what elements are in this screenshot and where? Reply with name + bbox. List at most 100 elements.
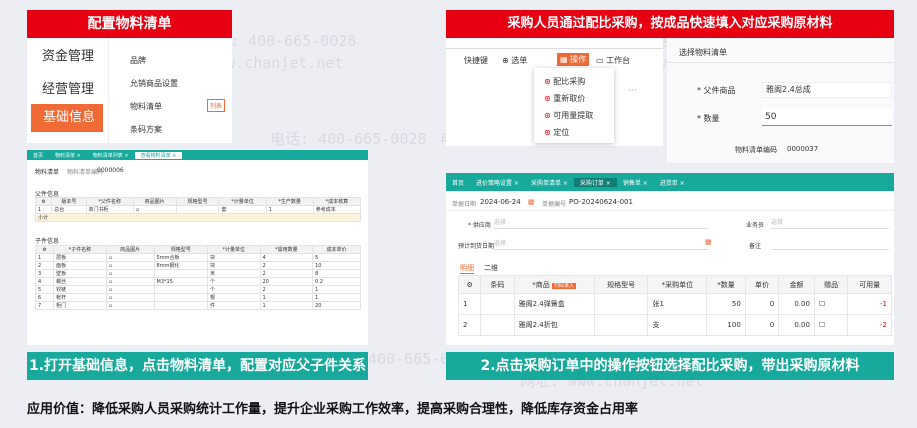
more-icon[interactable]: ··· bbox=[628, 86, 637, 96]
dialog-title: 选择物料清单 bbox=[679, 48, 727, 57]
tab-home[interactable]: 首页 bbox=[27, 152, 49, 159]
table-row[interactable]: 2 面板 ▫ 8mm钢化块 2 10 bbox=[34, 261, 361, 270]
dropdown-label: 可用量提取 bbox=[553, 111, 594, 120]
cell: 1 bbox=[312, 293, 361, 302]
gift-checkbox[interactable]: ☐ bbox=[813, 314, 849, 336]
dropdown-available[interactable]: ⊛ 可用量提取 bbox=[544, 110, 593, 121]
cell bbox=[593, 293, 649, 315]
operation-button[interactable]: ▦ 操作 bbox=[557, 53, 590, 66]
image-icon: ▫ bbox=[105, 301, 155, 310]
cell: 8 bbox=[312, 269, 361, 278]
col-header: *商品 扫码录入 bbox=[513, 275, 595, 294]
workbench-button[interactable]: ▭ 工作台 bbox=[596, 55, 630, 66]
tab-bom-list[interactable]: 物料清单列表 × bbox=[87, 152, 135, 159]
right-caption: 2.点击采购订单中的操作按钮选择配比采购，带出采购原材料 bbox=[446, 352, 894, 380]
tab-2d[interactable]: 二维 bbox=[484, 263, 498, 273]
cell: 铰链 bbox=[53, 285, 107, 294]
note-field[interactable] bbox=[771, 238, 889, 250]
table-row[interactable]: 7 柜门 ▫ 件 1 20 bbox=[34, 301, 361, 310]
tab-receipt[interactable]: 进货单 × bbox=[654, 178, 691, 187]
cell: 7 bbox=[34, 301, 55, 310]
dropdown-ratio-purchase[interactable]: ⊛ 配比采购 bbox=[544, 76, 585, 87]
submenu-allowed[interactable]: 允销商品设置 bbox=[130, 78, 178, 89]
image-icon: ▫ bbox=[105, 293, 155, 302]
dropdown-locate[interactable]: ⊛ 定位 bbox=[544, 127, 569, 138]
qty-field[interactable]: 50 bbox=[762, 108, 892, 126]
cell: 帐杆 bbox=[53, 293, 107, 302]
cell bbox=[153, 293, 208, 302]
dropdown-reprice[interactable]: ⊛ 重新取价 bbox=[544, 93, 585, 104]
select-button[interactable]: ⊕ 选单 bbox=[502, 55, 527, 66]
order-no: PO-20240624-001 bbox=[569, 198, 633, 206]
col-header: 规格型号 bbox=[153, 245, 208, 254]
cell: 1 bbox=[265, 205, 314, 214]
cell: 5 bbox=[34, 285, 55, 294]
cell: 0.00 bbox=[778, 314, 815, 336]
cell: 0 bbox=[744, 293, 780, 315]
cell: 0.2 bbox=[312, 277, 361, 286]
tab-purchase-list[interactable]: 采购单清单 × bbox=[525, 178, 574, 187]
col-header: 条码 bbox=[480, 275, 515, 294]
order-date[interactable]: 2024-06-24 bbox=[480, 198, 521, 206]
table-row[interactable]: 1 层板 ▫ 5mm合板块 4 5 bbox=[34, 253, 361, 262]
table-row[interactable]: 6 帐杆 ▫ 根 1 1 bbox=[34, 293, 361, 302]
operation-label: 操作 bbox=[570, 55, 587, 64]
supplier-field[interactable]: 选择 bbox=[494, 217, 709, 229]
tab-price-policy[interactable]: 进价策略设置 × bbox=[470, 178, 525, 187]
subtab-bom[interactable]: 物料清单 bbox=[35, 167, 59, 176]
footer-value-statement: 应用价值：降低采购人员采购统计工作量，提升企业采购工作效率，提高采购合理性，降低… bbox=[27, 402, 639, 417]
staff-field[interactable]: 选择 bbox=[771, 217, 889, 229]
calendar-icon[interactable]: ▦ bbox=[528, 198, 535, 206]
col-header: *子件名称 bbox=[53, 245, 107, 254]
menu-funds[interactable]: 资金管理 bbox=[42, 45, 94, 64]
gear-icon[interactable]: ⚙ bbox=[34, 245, 55, 254]
submenu-brand[interactable]: 品牌 bbox=[130, 55, 146, 66]
tab-view-bom[interactable]: 查看物料清单 × bbox=[134, 151, 183, 159]
table-row[interactable]: 2 雅阁2.4折包 支 100 0 0.00 ☐ -2 bbox=[457, 314, 892, 336]
gear-icon[interactable]: ⚙ bbox=[34, 197, 53, 206]
toolbar-panel: 快捷键 ⊕ 选单 ▦ 操作 ▭ 工作台 ··· ⊛ 配比采购 ⊛ 重新取价 ⊛ … bbox=[446, 38, 663, 146]
bom-code-value: 0000006 bbox=[97, 167, 124, 174]
cell: 1 bbox=[34, 205, 53, 214]
submenu-bom[interactable]: 物料清单 bbox=[130, 101, 162, 112]
tab-bar: 首页 进价策略设置 × 采购单清单 × 采购订单 × 销售单 × 进货单 × bbox=[446, 173, 894, 191]
list-badge[interactable]: 列表 bbox=[207, 99, 226, 112]
cell: 2 bbox=[259, 269, 314, 278]
parent-product-field[interactable]: 雅阁2.4总成 bbox=[762, 82, 892, 98]
tab-bom[interactable]: 物料清单 × bbox=[49, 152, 87, 159]
tab-home[interactable]: 首页 bbox=[446, 178, 470, 187]
menu-basic-info[interactable]: 基础信息 bbox=[31, 104, 103, 132]
shortcut-button[interactable]: 快捷键 bbox=[464, 55, 488, 66]
table-row[interactable]: 4 螺丝 ▫ M3*15 个 20 0.2 bbox=[34, 277, 361, 286]
calendar-icon[interactable]: ▦ bbox=[705, 238, 712, 246]
menu-operation[interactable]: 经营管理 bbox=[42, 78, 94, 97]
image-icon: ▫ bbox=[105, 277, 155, 286]
workbench-label: 工作台 bbox=[606, 56, 631, 65]
scan-badge[interactable]: 扫码录入 bbox=[552, 282, 577, 289]
workbench-icon: ▭ bbox=[596, 56, 604, 65]
col-header: 版本号 bbox=[51, 197, 87, 206]
order-table: ⚙ 条码 *商品 扫码录入 规格型号 *采购单位 *数量 单价 金额 赠品 可用… bbox=[457, 275, 892, 336]
submenu-barcode[interactable]: 条码方案 bbox=[130, 124, 162, 135]
table-row[interactable]: 3 壁板 ▫ 米 2 8 bbox=[34, 269, 361, 278]
table-row[interactable]: 5 铰链 ▫ 个 2 1 bbox=[34, 285, 361, 294]
tab-purchase-order[interactable]: 采购订单 × bbox=[573, 177, 617, 187]
gift-checkbox[interactable]: ☐ bbox=[813, 293, 849, 315]
arrive-date-field[interactable]: 选择 bbox=[494, 238, 709, 250]
gear-icon[interactable]: ⚙ bbox=[457, 275, 482, 294]
qty-label: * 数量 bbox=[697, 114, 720, 123]
cell: 个 bbox=[206, 285, 261, 294]
cell: 0 bbox=[744, 314, 780, 336]
cell: 套 bbox=[218, 205, 267, 214]
select-icon: ⊕ bbox=[502, 56, 509, 65]
table-row[interactable]: 1 雅阁2.4弹簧盒 张1 50 0 0.00 ☐ -1 bbox=[457, 293, 892, 315]
table-row[interactable]: 1 总台 单门书柜 ▫ 套 1 参考成本 bbox=[34, 205, 362, 214]
cell: 总台 bbox=[51, 205, 87, 214]
tab-sales[interactable]: 销售单 × bbox=[617, 178, 654, 187]
cell: 层板 bbox=[53, 253, 107, 262]
cell bbox=[175, 205, 220, 214]
cell: 0.00 bbox=[778, 293, 815, 315]
tab-detail[interactable]: 明细 bbox=[460, 263, 474, 274]
col-header: *成本核算 bbox=[312, 197, 362, 206]
grid-icon: ▦ bbox=[560, 55, 568, 64]
